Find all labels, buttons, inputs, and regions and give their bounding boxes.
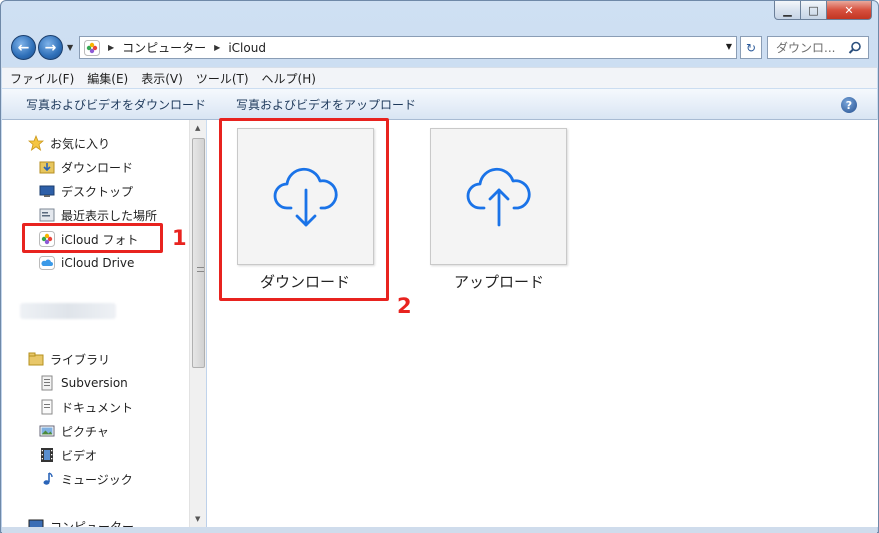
address-bar[interactable]: ▶ コンピューター ▶ iCloud ▼: [79, 36, 737, 59]
arrow-left-icon: ←: [17, 39, 30, 56]
search-icon[interactable]: [848, 41, 862, 55]
menu-edit[interactable]: 編集(E): [87, 70, 128, 87]
nav-scrollbar[interactable]: ▲ ▼: [189, 120, 206, 527]
document-library-icon: [39, 375, 55, 391]
nav-computer[interactable]: コンピューター: [28, 518, 134, 527]
search-box[interactable]: [767, 36, 869, 59]
nav-libraries-label: ライブラリ: [50, 352, 111, 367]
nav-pictures[interactable]: ピクチャ: [39, 422, 109, 440]
icloud-drive-icon: [39, 255, 55, 271]
annotation-step-2: 2: [397, 294, 412, 318]
grip-icon: [197, 267, 204, 272]
upload-label[interactable]: アップロード: [419, 271, 579, 292]
nav-item-label: デスクトップ: [61, 184, 134, 199]
nav-item-label: ダウンロード: [61, 160, 134, 175]
menu-view[interactable]: 表示(V): [141, 70, 183, 87]
nav-item-label: ドキュメント: [61, 400, 134, 415]
computer-icon: [28, 518, 44, 527]
annotation-highlight-download: [219, 118, 389, 301]
navigation-pane: お気に入り ダウンロード デスクトップ 最近表示した場所 iCloud フォト …: [2, 120, 206, 527]
menu-tools[interactable]: ツール(T): [196, 70, 249, 87]
menu-help[interactable]: ヘルプ(H): [262, 70, 316, 87]
explorer-window: ▁ □ ✕ ← → ▼ ▶ コンピューター ▶ iCloud ▼ ↻ ファイル(…: [0, 0, 879, 533]
nav-item-label: 最近表示した場所: [61, 208, 158, 223]
scrollbar-thumb[interactable]: [192, 138, 205, 368]
nav-recent-places[interactable]: 最近表示した場所: [39, 206, 157, 224]
nav-computer-label: コンピューター: [50, 520, 135, 527]
close-button[interactable]: ✕: [827, 1, 872, 20]
upload-tile[interactable]: [430, 128, 567, 265]
caption-buttons: ▁ □ ✕: [774, 1, 872, 20]
nav-item-label: ビデオ: [61, 448, 98, 463]
desktop-icon: [39, 183, 55, 199]
help-icon[interactable]: ?: [841, 97, 857, 113]
nav-libraries[interactable]: ライブラリ: [28, 350, 110, 368]
menu-file[interactable]: ファイル(F): [10, 70, 74, 87]
nav-videos[interactable]: ビデオ: [39, 446, 97, 464]
nav-item-label: Subversion: [61, 376, 128, 390]
breadcrumb-icloud[interactable]: iCloud: [228, 41, 266, 55]
back-button[interactable]: ←: [11, 35, 36, 60]
scroll-down-icon[interactable]: ▼: [195, 515, 200, 523]
nav-item-label: ピクチャ: [61, 424, 109, 439]
documents-icon: [39, 399, 55, 415]
nav-item-label: iCloud Drive: [61, 256, 135, 270]
nav-desktop[interactable]: デスクトップ: [39, 182, 133, 200]
annotation-highlight-icloud-photos: [22, 223, 163, 253]
nav-music[interactable]: ミュージック: [39, 470, 133, 488]
upload-photos-command[interactable]: 写真およびビデオをアップロード: [236, 96, 416, 113]
cloud-upload-icon: [466, 167, 531, 226]
refresh-button[interactable]: ↻: [740, 36, 762, 59]
address-dropdown-icon[interactable]: ▼: [726, 42, 732, 51]
download-photos-command[interactable]: 写真およびビデオをダウンロード: [26, 96, 206, 113]
breadcrumb-separator-icon[interactable]: ▶: [108, 43, 114, 52]
nav-favorites-label: お気に入り: [50, 136, 111, 151]
refresh-icon: ↻: [745, 40, 757, 55]
command-bar: 写真およびビデオをダウンロード 写真およびビデオをアップロード ?: [2, 89, 877, 120]
download-folder-icon: [39, 159, 55, 175]
breadcrumb-separator-icon[interactable]: ▶: [214, 43, 220, 52]
annotation-step-1: 1: [172, 226, 187, 250]
recent-places-icon: [39, 207, 55, 223]
photos-icon: [84, 39, 100, 56]
status-bar: [2, 527, 877, 533]
nav-favorites[interactable]: お気に入り: [28, 134, 110, 152]
libraries-icon: [28, 351, 44, 367]
nav-downloads[interactable]: ダウンロード: [39, 158, 133, 176]
nav-subversion[interactable]: Subversion: [39, 374, 128, 392]
star-icon: [28, 135, 44, 151]
nav-item-label: ミュージック: [61, 472, 133, 487]
arrow-right-icon: →: [44, 39, 57, 56]
search-input[interactable]: [776, 40, 848, 55]
nav-icloud-drive[interactable]: iCloud Drive: [39, 254, 134, 272]
minimize-button[interactable]: ▁: [774, 1, 801, 20]
video-icon: [39, 447, 55, 463]
menu-bar: ファイル(F) 編集(E) 表示(V) ツール(T) ヘルプ(H): [2, 67, 877, 88]
recent-pages-dropdown-icon[interactable]: ▼: [67, 43, 73, 52]
maximize-button[interactable]: □: [801, 1, 827, 20]
hidden-item: [20, 303, 116, 319]
forward-button[interactable]: →: [38, 35, 63, 60]
nav-documents[interactable]: ドキュメント: [39, 398, 133, 416]
breadcrumb-computer[interactable]: コンピューター: [122, 39, 206, 56]
music-note-icon: [39, 471, 55, 487]
pictures-icon: [39, 423, 55, 439]
scroll-up-icon[interactable]: ▲: [195, 124, 200, 132]
